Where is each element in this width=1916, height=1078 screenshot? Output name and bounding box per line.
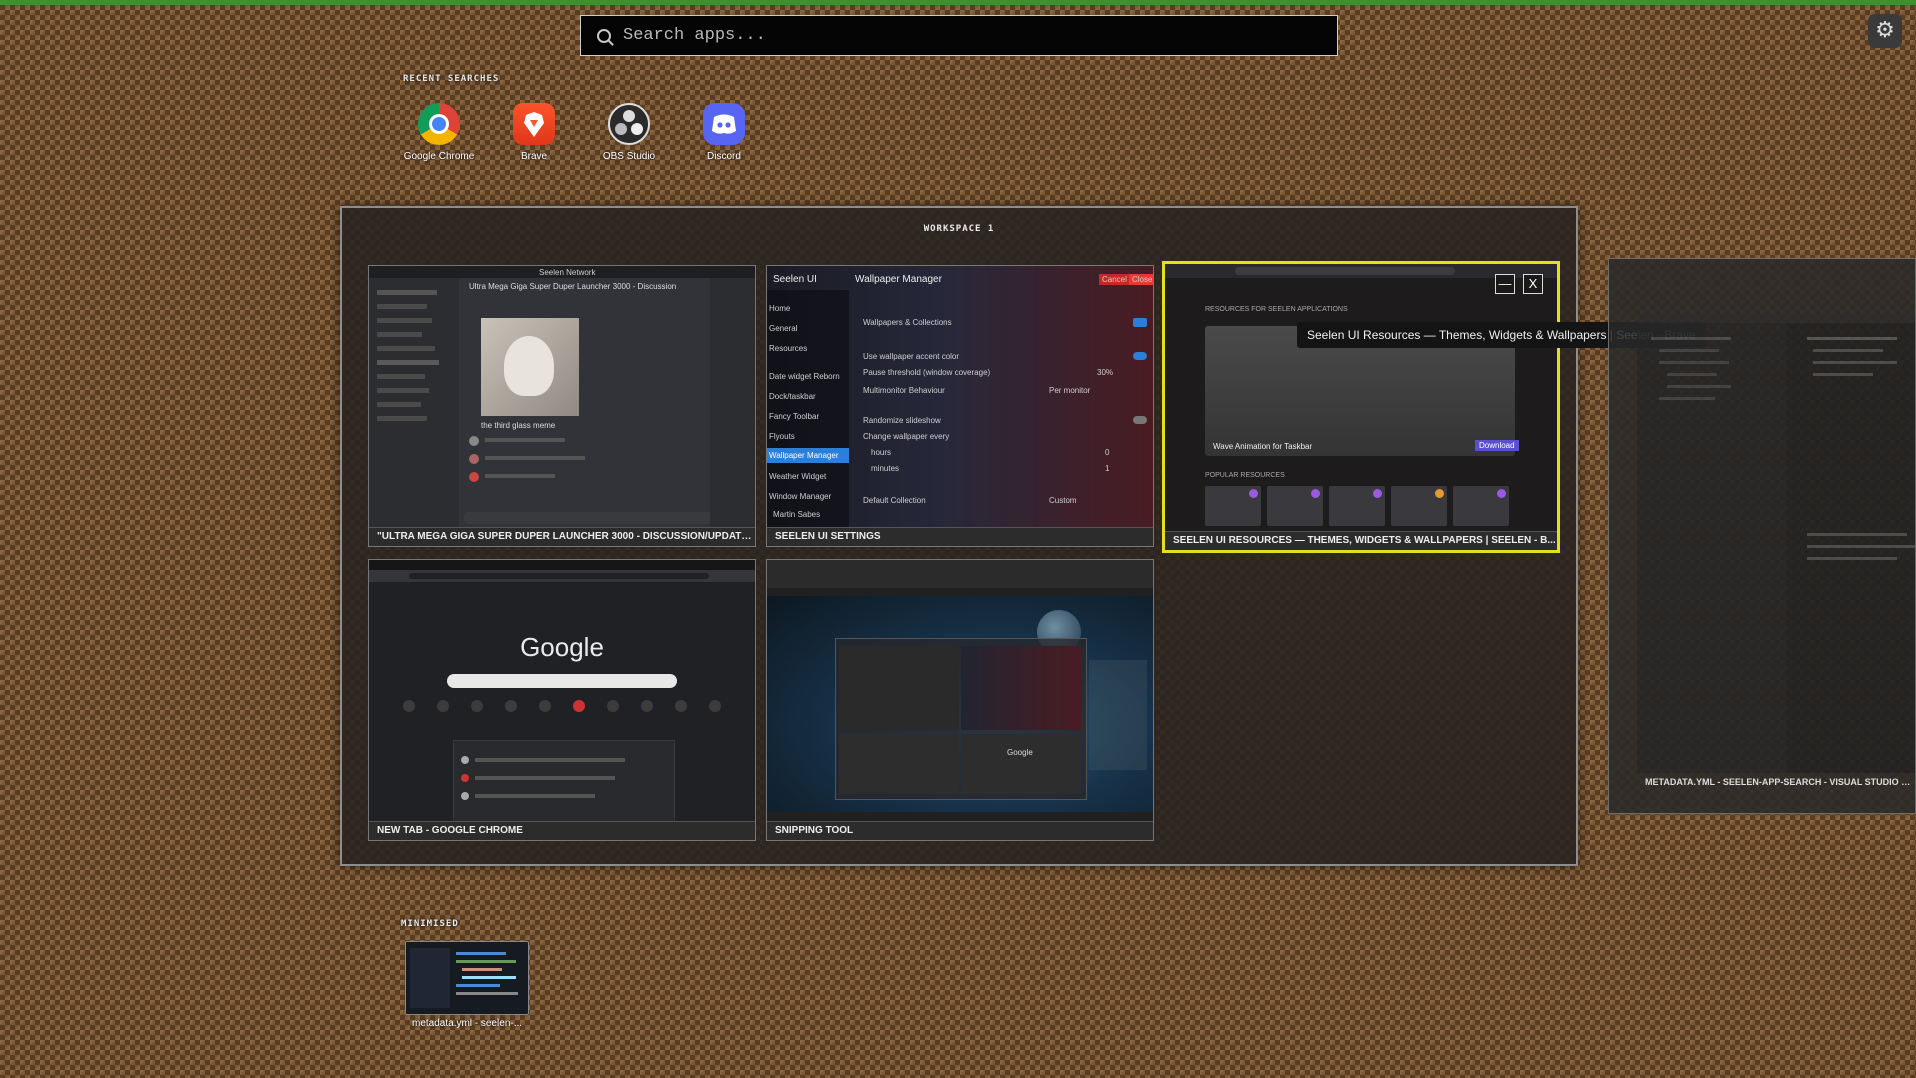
preview-image-caption: the third glass meme [481,421,556,430]
preview-setting-label: minutes [871,464,900,473]
preview-user-name: Martin Sabes [773,510,821,519]
search-icon [597,28,611,43]
window-preview: Google [369,560,755,822]
recent-app-google-chrome[interactable]: Google Chrome [400,103,478,162]
preview-nav-item: Window Manager [769,492,832,501]
window-preview: Seelen Network Ultra Mega Giga Super Dup… [369,266,755,528]
minimised-window-thumbnail[interactable] [405,941,529,1015]
preview-popular-label: POPULAR RESOURCES [1205,472,1285,479]
recent-app-label: Google Chrome [403,151,475,162]
preview-banner-button: Download [1475,440,1519,451]
preview-setting-value: Per monitor [1049,386,1091,395]
window-preview [1637,313,1915,773]
search-bar[interactable] [580,15,1338,56]
preview-title: Seelen Network [539,268,596,277]
recent-searches-list: Google Chrome Brave OBS Studio Discord [400,103,763,162]
preview-close-button: Close [1129,274,1153,285]
obs-icon [608,103,650,145]
preview-nav-item: Home [769,304,791,313]
preview-cancel-button: Cancel [1099,274,1130,285]
window-preview: Seelen UI Wallpaper Manager Cancel Close… [767,266,1153,528]
preview-nav-item: Fancy Toolbar [769,412,820,421]
preview-nav-item: General [769,324,798,333]
preview-heading: RESOURCES FOR SEELEN APPLICATIONS [1205,306,1348,313]
preview-google-logo: Google [1007,748,1033,757]
recent-app-brave[interactable]: Brave [495,103,573,162]
preview-setting-label: Pause threshold (window coverage) [863,368,991,377]
recent-app-label: Brave [520,151,548,162]
preview-setting-value: 0 [1105,448,1110,457]
minimize-button[interactable]: — [1495,274,1515,294]
recent-app-discord[interactable]: Discord [685,103,763,162]
minimised-label: MINIMISED [401,919,459,929]
window-caption: NEW TAB - GOOGLE CHROME [369,821,755,840]
recent-app-label: Discord [707,151,741,162]
search-input[interactable] [611,15,1337,56]
preview-nav-item-active: Wallpaper Manager [767,448,849,463]
settings-button[interactable]: ⚙ [1868,14,1902,48]
preview-setting-value: 1 [1105,464,1110,473]
window-caption: "ULTRA MEGA GIGA SUPER DUPER LAUNCHER 30… [369,527,755,546]
window-preview: Google [767,560,1153,822]
preview-thread-title: Ultra Mega Giga Super Duper Launcher 300… [469,282,677,291]
preview-setting-label: Wallpapers & Collections [863,318,952,327]
top-accent-line [0,0,1916,5]
preview-app-name: Seelen UI [773,274,817,285]
preview-setting-value: Custom [1049,496,1077,505]
preview-setting-label: Randomize slideshow [863,416,941,425]
preview-nav-item: Dock/taskbar [769,392,816,401]
preview-nav-item: Date widget Reborn [769,372,840,381]
window-caption: SNIPPING TOOL [767,821,1153,840]
preview-nav-item: Weather Widget [769,472,827,481]
discord-icon [703,103,745,145]
preview-banner-title: Wave Animation for Taskbar [1213,442,1313,451]
recent-searches-label: RECENT SEARCHES [403,74,500,84]
window-caption: METADATA.YML - SEELEN-APP-SEARCH - VISUA… [1645,777,1915,787]
recent-app-obs-studio[interactable]: OBS Studio [590,103,668,162]
chrome-icon [418,103,460,145]
workspace-panel: WORKSPACE 1 Seelen Network Ultra Mega Gi… [340,206,1578,866]
window-thumbnail-discord[interactable]: Seelen Network Ultra Mega Giga Super Dup… [368,265,756,547]
preview-nav-item: Resources [769,344,808,353]
window-thumbnail-snipping-tool[interactable]: Google SNIPPING TOOL [766,559,1154,841]
preview-setting-label: Multimonitor Behaviour [863,386,945,395]
window-thumbnail-brave-selected[interactable]: RESOURCES FOR SEELEN APPLICATIONS Wave A… [1162,261,1560,553]
window-thumbnail-new-tab-chrome[interactable]: Google NEW TAB - GOOGLE CHROME [368,559,756,841]
preview-google-logo: Google [520,632,604,662]
brave-icon [513,103,555,145]
preview-setting-label: hours [871,448,892,457]
preview-page-title: Wallpaper Manager [855,274,942,285]
recent-app-label: OBS Studio [602,151,656,162]
preview-setting-label: Default Collection [863,496,926,505]
window-thumbnail-vscode-offscreen[interactable]: METADATA.YML - SEELEN-APP-SEARCH - VISUA… [1608,258,1916,814]
window-thumbnail-seelen-settings[interactable]: Seelen UI Wallpaper Manager Cancel Close… [766,265,1154,547]
minimize-icon: — [1498,276,1512,291]
window-caption: SEELEN UI SETTINGS [767,527,1153,546]
preview-setting-label: Change wallpaper every [863,432,950,441]
workspace-title: WORKSPACE 1 [923,224,995,234]
close-icon: X [1528,276,1538,291]
preview-nav-item: Flyouts [769,432,795,441]
preview-setting-value: 30% [1097,368,1114,377]
gear-icon: ⚙ [1875,18,1895,43]
close-button[interactable]: X [1523,274,1543,294]
window-preview: RESOURCES FOR SEELEN APPLICATIONS Wave A… [1165,264,1557,532]
minimised-window-caption: metadata.yml - seelen-... [412,1018,523,1029]
preview-setting-label: Use wallpaper accent color [863,352,960,361]
window-caption: SEELEN UI RESOURCES — THEMES, WIDGETS & … [1165,531,1557,550]
